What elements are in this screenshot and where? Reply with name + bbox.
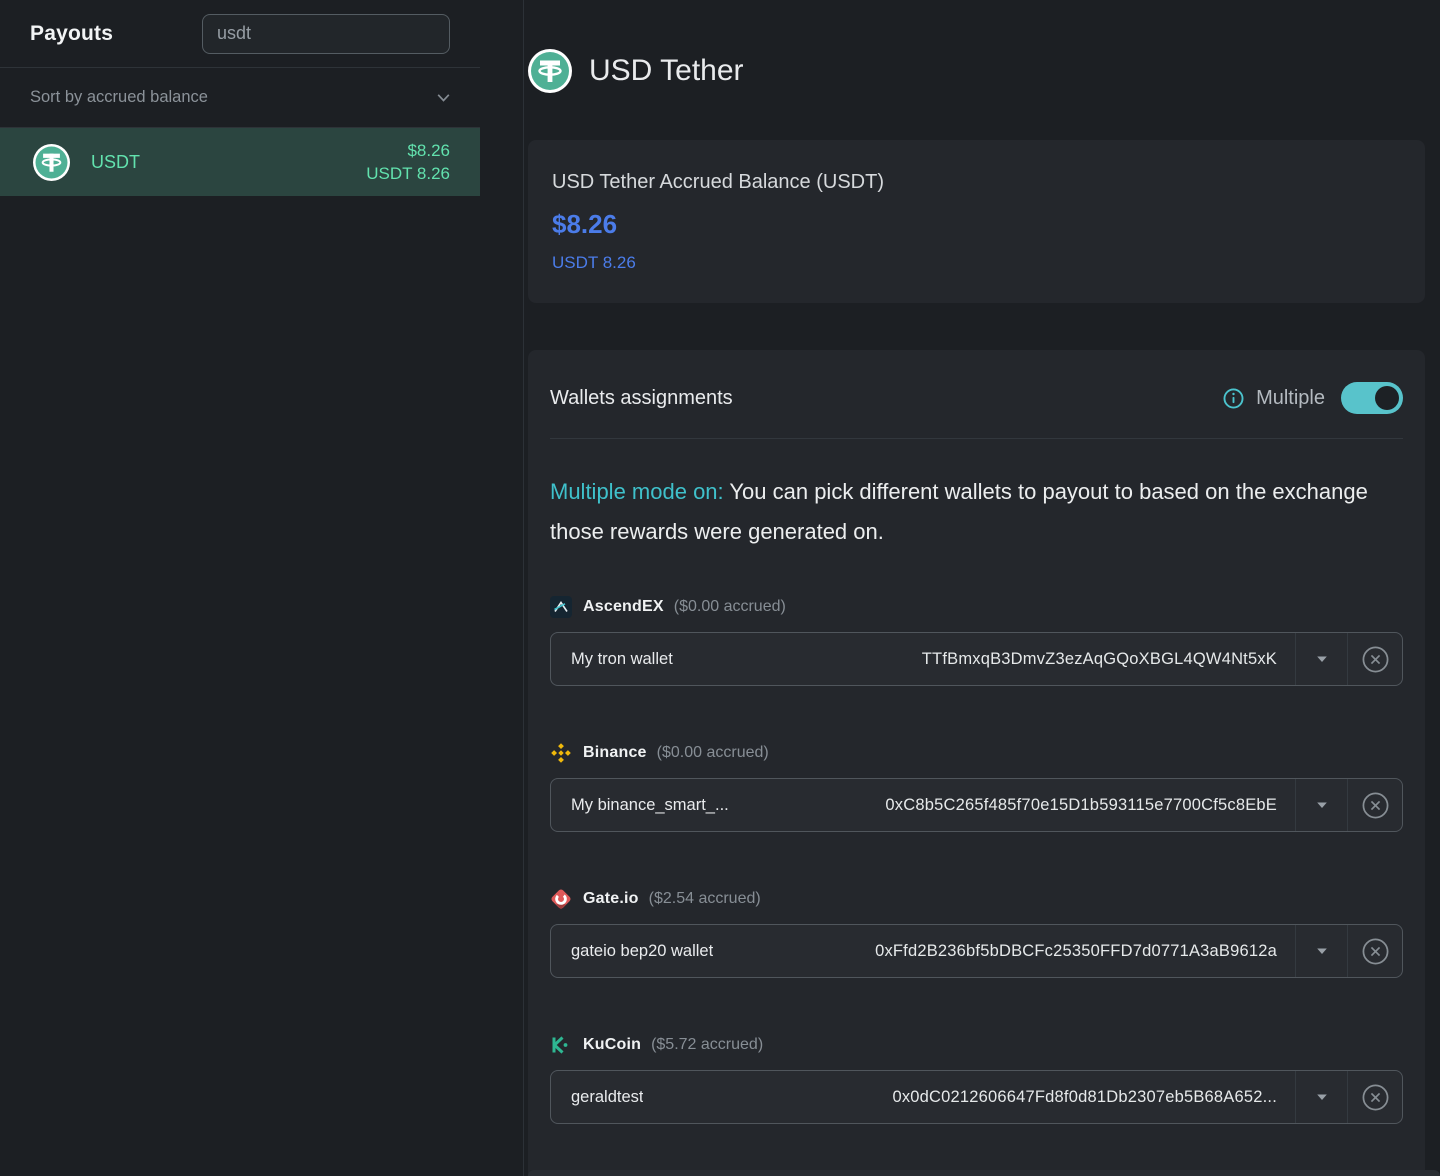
gateio-icon: [550, 888, 572, 910]
exchange-name: Gate.io: [583, 890, 639, 908]
remove-wallet-button[interactable]: [1347, 779, 1402, 831]
ascendex-icon: [550, 596, 572, 618]
multiple-toggle[interactable]: [1341, 382, 1403, 414]
wallet-address: TTfBmxqB3DmvZ3ezAqGQoXBGL4QW4Nt5xK: [922, 650, 1277, 669]
exchange-name: KuCoin: [583, 1036, 641, 1054]
tether-icon: [528, 49, 572, 93]
accrued-balance-card: USD Tether Accrued Balance (USDT) $8.26 …: [528, 140, 1425, 303]
coin-amounts: $8.26 USDT 8.26: [366, 139, 450, 185]
wallet-select-gateio[interactable]: gateio bep20 wallet 0xFfd2B236bf5bDBCFc2…: [550, 924, 1403, 978]
remove-wallet-button[interactable]: [1347, 925, 1402, 977]
sort-label: Sort by accrued balance: [30, 88, 208, 107]
exchange-header-ascendex: AscendEX ($0.00 accrued): [550, 596, 1403, 618]
wallets-card-header: Wallets assignments Multiple: [550, 382, 1403, 414]
wallet-select-binance[interactable]: My binance_smart_... 0xC8b5C265f485f70e1…: [550, 778, 1403, 832]
wallet-address: 0x0dC0212606647Fd8f0d81Db2307eb5B68A652.…: [892, 1088, 1277, 1107]
sidebar-header: Payouts: [0, 0, 480, 68]
kucoin-icon: [550, 1034, 572, 1056]
exchange-name: Binance: [583, 744, 647, 762]
divider: [550, 438, 1403, 439]
exchange-accrued: ($0.00 accrued): [657, 744, 769, 762]
wallet-select-ascendex[interactable]: My tron wallet TTfBmxqB3DmvZ3ezAqGQoXBGL…: [550, 632, 1403, 686]
multiple-toggle-label: Multiple: [1256, 387, 1325, 410]
page-title: USD Tether: [589, 54, 744, 88]
balance-coin-value: USDT 8.26: [552, 253, 1401, 273]
wallet-name: My tron wallet: [571, 650, 673, 669]
info-icon[interactable]: [1223, 388, 1244, 409]
wallet-select-kucoin[interactable]: geraldtest 0x0dC0212606647Fd8f0d81Db2307…: [550, 1070, 1403, 1124]
coin-fiat-amount: $8.26: [366, 139, 450, 162]
wallets-card-title: Wallets assignments: [550, 387, 733, 410]
exchange-header-gateio: Gate.io ($2.54 accrued): [550, 888, 1403, 910]
exchange-accrued: ($0.00 accrued): [674, 598, 786, 616]
balance-card-title: USD Tether Accrued Balance (USDT): [552, 171, 1401, 194]
exchange-name: AscendEX: [583, 598, 664, 616]
dropdown-arrow-icon[interactable]: [1295, 925, 1347, 977]
balance-fiat-value: $8.26: [552, 209, 1401, 240]
next-card-peek: [528, 1170, 1440, 1176]
binance-icon: [550, 742, 572, 764]
wallet-address: 0xFfd2B236bf5bDBCFc25350FFD7d0771A3aB961…: [875, 942, 1277, 961]
toggle-knob: [1375, 386, 1399, 410]
sort-dropdown[interactable]: Sort by accrued balance: [0, 68, 480, 128]
tether-icon: [33, 144, 70, 181]
coin-symbol: USDT: [91, 152, 140, 173]
multiple-mode-highlight: Multiple mode on:: [550, 479, 724, 504]
payouts-sidebar: Payouts Sort by accrued balance USDT: [0, 0, 524, 1176]
remove-wallet-button[interactable]: [1347, 633, 1402, 685]
sidebar-item-usdt[interactable]: USDT $8.26 USDT 8.26: [0, 128, 480, 196]
exchange-header-kucoin: KuCoin ($5.72 accrued): [550, 1034, 1403, 1056]
exchange-accrued: ($2.54 accrued): [649, 890, 761, 908]
wallet-address: 0xC8b5C265f485f70e15D1b593115e7700Cf5c8E…: [885, 796, 1277, 815]
wallet-name: gateio bep20 wallet: [571, 942, 713, 961]
page-header: USD Tether: [528, 49, 1425, 93]
sidebar-title: Payouts: [30, 22, 113, 46]
coin-detail-panel: USD Tether USD Tether Accrued Balance (U…: [524, 0, 1440, 1176]
wallet-name: geraldtest: [571, 1088, 643, 1107]
dropdown-arrow-icon[interactable]: [1295, 1071, 1347, 1123]
exchange-accrued: ($5.72 accrued): [651, 1036, 763, 1054]
coin-crypto-amount: USDT 8.26: [366, 162, 450, 185]
dropdown-arrow-icon[interactable]: [1295, 633, 1347, 685]
coin-search-input[interactable]: [202, 14, 450, 54]
remove-wallet-button[interactable]: [1347, 1071, 1402, 1123]
chevron-down-icon: [435, 89, 452, 106]
wallet-name: My binance_smart_...: [571, 796, 729, 815]
dropdown-arrow-icon[interactable]: [1295, 779, 1347, 831]
exchange-header-binance: Binance ($0.00 accrued): [550, 742, 1403, 764]
multiple-mode-description: Multiple mode on: You can pick different…: [550, 472, 1400, 552]
wallets-assignments-card: Wallets assignments Multiple Multiple mo…: [528, 350, 1425, 1176]
